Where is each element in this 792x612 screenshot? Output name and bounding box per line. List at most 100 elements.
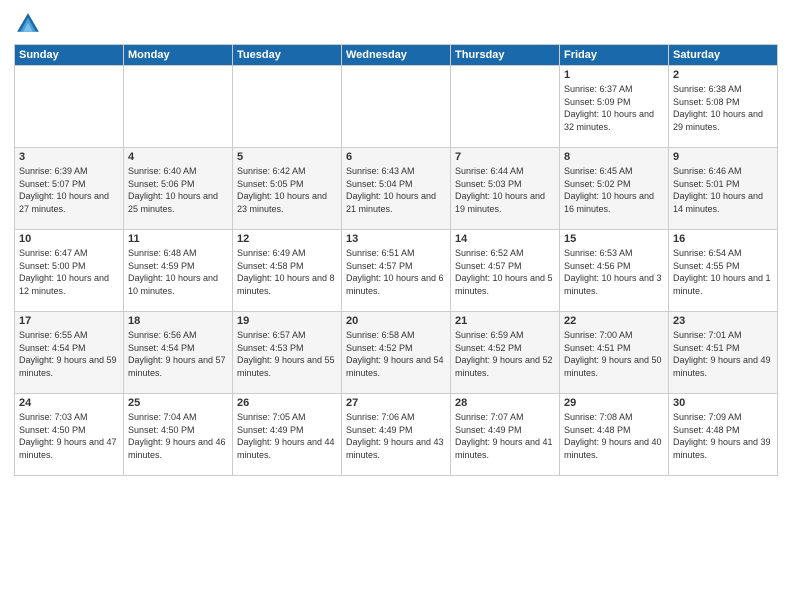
day-info: Sunrise: 7:03 AM Sunset: 4:50 PM Dayligh… [19, 411, 119, 461]
day-info: Sunrise: 7:07 AM Sunset: 4:49 PM Dayligh… [455, 411, 555, 461]
day-number: 11 [128, 233, 228, 245]
day-cell: 26 Sunrise: 7:05 AM Sunset: 4:49 PM Dayli… [233, 394, 342, 476]
day-cell: 25 Sunrise: 7:04 AM Sunset: 4:50 PM Dayli… [124, 394, 233, 476]
day-cell: 28 Sunrise: 7:07 AM Sunset: 4:49 PM Dayli… [451, 394, 560, 476]
day-number: 7 [455, 151, 555, 163]
day-number: 28 [455, 397, 555, 409]
day-number: 29 [564, 397, 664, 409]
day-info: Sunrise: 6:44 AM Sunset: 5:03 PM Dayligh… [455, 165, 555, 215]
header [14, 10, 778, 38]
day-info: Sunrise: 6:58 AM Sunset: 4:52 PM Dayligh… [346, 329, 446, 379]
week-row-4: 17Sunrise: 6:55 AM Sunset: 4:54 PM Dayli… [15, 312, 778, 394]
week-row-1: 1 Sunrise: 6:37 AM Sunset: 5:09 PM Daylig… [15, 66, 778, 148]
day-number: 20 [346, 315, 446, 327]
week-row-2: 3Sunrise: 6:39 AM Sunset: 5:07 PM Daylig… [15, 148, 778, 230]
weekday-header-friday: Friday [560, 45, 669, 66]
page: SundayMondayTuesdayWednesdayThursdayFrid… [0, 0, 792, 612]
day-cell: 18Sunrise: 6:56 AM Sunset: 4:54 PM Dayli… [124, 312, 233, 394]
day-info: Sunrise: 6:49 AM Sunset: 4:58 PM Dayligh… [237, 247, 337, 297]
day-cell [342, 66, 451, 148]
day-cell: 7 Sunrise: 6:44 AM Sunset: 5:03 PM Daylig… [451, 148, 560, 230]
day-cell: 3Sunrise: 6:39 AM Sunset: 5:07 PM Daylig… [15, 148, 124, 230]
day-number: 4 [128, 151, 228, 163]
day-number: 27 [346, 397, 446, 409]
day-info: Sunrise: 6:45 AM Sunset: 5:02 PM Dayligh… [564, 165, 664, 215]
day-info: Sunrise: 7:00 AM Sunset: 4:51 PM Dayligh… [564, 329, 664, 379]
day-cell: 16 Sunrise: 6:54 AM Sunset: 4:55 PM Dayli… [669, 230, 778, 312]
day-number: 14 [455, 233, 555, 245]
day-number: 25 [128, 397, 228, 409]
day-cell: 20 Sunrise: 6:58 AM Sunset: 4:52 PM Dayli… [342, 312, 451, 394]
day-cell: 10Sunrise: 6:47 AM Sunset: 5:00 PM Dayli… [15, 230, 124, 312]
day-cell: 17Sunrise: 6:55 AM Sunset: 4:54 PM Dayli… [15, 312, 124, 394]
day-number: 13 [346, 233, 446, 245]
day-number: 16 [673, 233, 773, 245]
day-cell: 8 Sunrise: 6:45 AM Sunset: 5:02 PM Daylig… [560, 148, 669, 230]
day-cell: 19 Sunrise: 6:57 AM Sunset: 4:53 PM Dayli… [233, 312, 342, 394]
day-cell: 27 Sunrise: 7:06 AM Sunset: 4:49 PM Dayli… [342, 394, 451, 476]
day-info: Sunrise: 7:08 AM Sunset: 4:48 PM Dayligh… [564, 411, 664, 461]
day-info: Sunrise: 6:43 AM Sunset: 5:04 PM Dayligh… [346, 165, 446, 215]
day-info: Sunrise: 7:04 AM Sunset: 4:50 PM Dayligh… [128, 411, 228, 461]
day-info: Sunrise: 6:40 AM Sunset: 5:06 PM Dayligh… [128, 165, 228, 215]
day-number: 23 [673, 315, 773, 327]
day-number: 18 [128, 315, 228, 327]
day-cell: 30Sunrise: 7:09 AM Sunset: 4:48 PM Dayli… [669, 394, 778, 476]
day-cell: 22 Sunrise: 7:00 AM Sunset: 4:51 PM Dayli… [560, 312, 669, 394]
day-number: 2 [673, 69, 773, 81]
day-info: Sunrise: 6:39 AM Sunset: 5:07 PM Dayligh… [19, 165, 119, 215]
day-info: Sunrise: 6:46 AM Sunset: 5:01 PM Dayligh… [673, 165, 773, 215]
day-info: Sunrise: 6:54 AM Sunset: 4:55 PM Dayligh… [673, 247, 773, 297]
day-cell [124, 66, 233, 148]
day-number: 17 [19, 315, 119, 327]
day-number: 5 [237, 151, 337, 163]
day-info: Sunrise: 7:01 AM Sunset: 4:51 PM Dayligh… [673, 329, 773, 379]
day-cell: 12Sunrise: 6:49 AM Sunset: 4:58 PM Dayli… [233, 230, 342, 312]
day-number: 8 [564, 151, 664, 163]
weekday-header-tuesday: Tuesday [233, 45, 342, 66]
day-number: 15 [564, 233, 664, 245]
week-row-3: 10Sunrise: 6:47 AM Sunset: 5:00 PM Dayli… [15, 230, 778, 312]
week-row-5: 24Sunrise: 7:03 AM Sunset: 4:50 PM Dayli… [15, 394, 778, 476]
day-info: Sunrise: 6:42 AM Sunset: 5:05 PM Dayligh… [237, 165, 337, 215]
weekday-header-saturday: Saturday [669, 45, 778, 66]
calendar: SundayMondayTuesdayWednesdayThursdayFrid… [14, 44, 778, 476]
day-info: Sunrise: 6:38 AM Sunset: 5:08 PM Dayligh… [673, 83, 773, 133]
day-number: 21 [455, 315, 555, 327]
day-cell: 23 Sunrise: 7:01 AM Sunset: 4:51 PM Dayli… [669, 312, 778, 394]
day-number: 9 [673, 151, 773, 163]
day-number: 22 [564, 315, 664, 327]
weekday-header-sunday: Sunday [15, 45, 124, 66]
day-info: Sunrise: 6:52 AM Sunset: 4:57 PM Dayligh… [455, 247, 555, 297]
day-cell: 29 Sunrise: 7:08 AM Sunset: 4:48 PM Dayli… [560, 394, 669, 476]
weekday-header-row: SundayMondayTuesdayWednesdayThursdayFrid… [15, 45, 778, 66]
day-info: Sunrise: 7:06 AM Sunset: 4:49 PM Dayligh… [346, 411, 446, 461]
day-info: Sunrise: 6:57 AM Sunset: 4:53 PM Dayligh… [237, 329, 337, 379]
weekday-header-wednesday: Wednesday [342, 45, 451, 66]
day-info: Sunrise: 6:47 AM Sunset: 5:00 PM Dayligh… [19, 247, 119, 297]
day-cell: 24Sunrise: 7:03 AM Sunset: 4:50 PM Dayli… [15, 394, 124, 476]
weekday-header-monday: Monday [124, 45, 233, 66]
day-cell [15, 66, 124, 148]
day-info: Sunrise: 6:53 AM Sunset: 4:56 PM Dayligh… [564, 247, 664, 297]
day-info: Sunrise: 6:51 AM Sunset: 4:57 PM Dayligh… [346, 247, 446, 297]
day-info: Sunrise: 6:48 AM Sunset: 4:59 PM Dayligh… [128, 247, 228, 297]
day-cell: 15 Sunrise: 6:53 AM Sunset: 4:56 PM Dayli… [560, 230, 669, 312]
day-cell: 21 Sunrise: 6:59 AM Sunset: 4:52 PM Dayli… [451, 312, 560, 394]
day-number: 1 [564, 69, 664, 81]
day-cell [451, 66, 560, 148]
logo-icon [14, 10, 42, 38]
day-info: Sunrise: 6:37 AM Sunset: 5:09 PM Dayligh… [564, 83, 664, 133]
day-cell: 1 Sunrise: 6:37 AM Sunset: 5:09 PM Daylig… [560, 66, 669, 148]
day-cell [233, 66, 342, 148]
day-cell: 9 Sunrise: 6:46 AM Sunset: 5:01 PM Daylig… [669, 148, 778, 230]
day-number: 26 [237, 397, 337, 409]
day-info: Sunrise: 7:05 AM Sunset: 4:49 PM Dayligh… [237, 411, 337, 461]
day-cell: 13 Sunrise: 6:51 AM Sunset: 4:57 PM Dayli… [342, 230, 451, 312]
day-info: Sunrise: 6:59 AM Sunset: 4:52 PM Dayligh… [455, 329, 555, 379]
day-cell: 14 Sunrise: 6:52 AM Sunset: 4:57 PM Dayli… [451, 230, 560, 312]
day-number: 6 [346, 151, 446, 163]
day-cell: 11 Sunrise: 6:48 AM Sunset: 4:59 PM Dayli… [124, 230, 233, 312]
day-cell: 5 Sunrise: 6:42 AM Sunset: 5:05 PM Daylig… [233, 148, 342, 230]
day-number: 19 [237, 315, 337, 327]
